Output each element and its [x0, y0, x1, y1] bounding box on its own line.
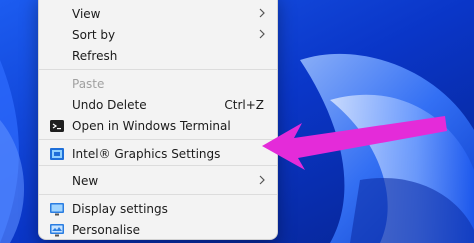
annotation-arrow-icon [262, 116, 447, 170]
